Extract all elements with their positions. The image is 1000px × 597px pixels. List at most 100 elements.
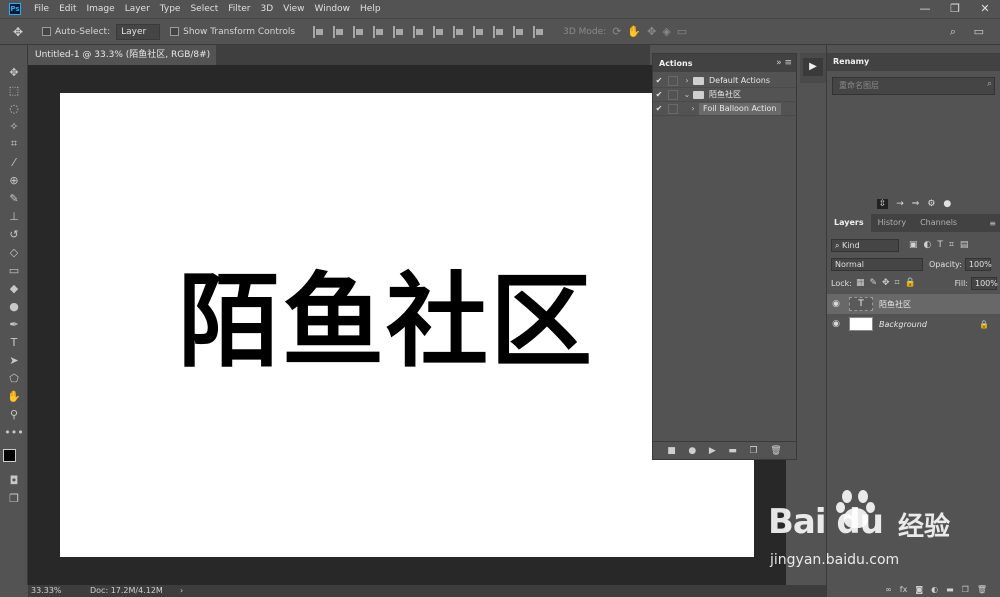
settings-gear-icon[interactable]: ⚙: [927, 199, 935, 209]
actions-play-icon[interactable]: ▶: [803, 58, 823, 76]
toggle-check-icon[interactable]: ✔: [653, 104, 665, 113]
distribute-bottom-icon[interactable]: [473, 25, 485, 38]
trash-icon[interactable]: 🗑: [977, 585, 987, 594]
foreground-color-swatch[interactable]: [3, 449, 16, 462]
rename-layer-input[interactable]: 重命名图层: [832, 77, 995, 95]
new-layer-icon[interactable]: ❐: [962, 585, 969, 594]
layer-row[interactable]: ◉ Background 🔒: [827, 314, 1000, 334]
align-vcenter-icon[interactable]: [333, 25, 345, 38]
search-icon[interactable]: ⌕: [950, 25, 956, 39]
align-right-icon[interactable]: [413, 25, 425, 38]
minimize-button[interactable]: —: [910, 0, 940, 18]
magic-wand-tool-icon[interactable]: ✧: [0, 117, 28, 135]
dialog-toggle-box[interactable]: [668, 103, 678, 114]
renamy-panel-header[interactable]: Renamy: [827, 53, 1000, 71]
menu-filter[interactable]: Filter: [223, 0, 255, 18]
trash-icon[interactable]: 🗑: [770, 446, 781, 456]
show-transform-checkbox[interactable]: [170, 27, 180, 36]
double-arrow-icon[interactable]: ⇒: [912, 199, 920, 209]
close-button[interactable]: ✕: [970, 0, 1000, 18]
path-selection-tool-icon[interactable]: ➤: [0, 351, 28, 369]
distribute-vcenter-icon[interactable]: [453, 25, 465, 38]
auto-select-dropdown[interactable]: Layer: [116, 23, 161, 40]
properties-icon[interactable]: ⇳: [876, 199, 889, 209]
lasso-tool-icon[interactable]: ◌: [0, 99, 28, 117]
zoom-tool-icon[interactable]: ⚲: [0, 405, 28, 423]
distribute-left-icon[interactable]: [493, 25, 505, 38]
toggle-check-icon[interactable]: ✔: [653, 90, 665, 99]
menu-image[interactable]: Image: [82, 0, 120, 18]
crop-tool-icon[interactable]: ⌗: [0, 135, 28, 153]
document-tab[interactable]: Untitled-1 @ 33.3% (陌鱼社区, RGB/8#) * ×: [28, 45, 216, 80]
fill-input[interactable]: 100%: [971, 276, 998, 290]
tab-channels[interactable]: Channels: [913, 214, 964, 232]
visibility-eye-icon[interactable]: ◉: [827, 299, 845, 309]
shape-tool-icon[interactable]: ⬠: [0, 369, 28, 387]
filter-type-icons[interactable]: ▣◐T⌗▤: [909, 240, 974, 250]
new-action-icon[interactable]: ❐: [750, 446, 758, 456]
menu-edit[interactable]: Edit: [54, 0, 81, 18]
record-icon[interactable]: ●: [688, 446, 696, 456]
layer-row[interactable]: ◉ T 陌鱼社区: [827, 294, 1000, 314]
history-brush-tool-icon[interactable]: ↺: [0, 225, 28, 243]
move-tool-icon[interactable]: ✥: [0, 25, 36, 39]
action-set-row[interactable]: ✔ ⌄ 陌鱼社区: [653, 88, 796, 102]
align-left-icon[interactable]: [373, 25, 385, 38]
action-set-row[interactable]: ✔ › Default Actions: [653, 74, 796, 88]
panel-menu-icon[interactable]: ≡: [989, 219, 1000, 228]
document-canvas[interactable]: 陌鱼社区: [60, 93, 754, 557]
brush-tool-icon[interactable]: ✎: [0, 189, 28, 207]
layer-name[interactable]: 陌鱼社区: [879, 299, 911, 310]
restore-button[interactable]: ❐: [940, 0, 970, 18]
menu-type[interactable]: Type: [155, 0, 186, 18]
status-arrow-icon[interactable]: ›: [180, 585, 183, 597]
toggle-check-icon[interactable]: ✔: [653, 76, 665, 85]
gradient-tool-icon[interactable]: ▭: [0, 261, 28, 279]
fx-icon[interactable]: fx: [900, 585, 908, 594]
type-tool-icon[interactable]: T: [0, 333, 28, 351]
distribute-hcenter-icon[interactable]: [513, 25, 525, 38]
tab-layers[interactable]: Layers: [827, 214, 871, 232]
arrow-right-icon[interactable]: →: [896, 199, 904, 209]
action-row-selected[interactable]: ✔ › Foil Balloon Action: [653, 102, 796, 116]
menu-layer[interactable]: Layer: [120, 0, 155, 18]
zoom-level[interactable]: 33.33%: [31, 585, 62, 597]
menu-help[interactable]: Help: [355, 0, 386, 18]
eraser-tool-icon[interactable]: ◇: [0, 243, 28, 261]
eyedropper-tool-icon[interactable]: ⁄: [0, 153, 28, 171]
actions-tab[interactable]: Actions: [659, 59, 692, 68]
layer-name[interactable]: Background: [879, 320, 927, 329]
healing-tool-icon[interactable]: ⊕: [0, 171, 28, 189]
more-tools-icon[interactable]: •••: [0, 423, 28, 441]
stamp-tool-icon[interactable]: ⊥: [0, 207, 28, 225]
align-bottom-icon[interactable]: [353, 25, 365, 38]
search-icon[interactable]: ⌕: [987, 79, 992, 89]
menu-window[interactable]: Window: [310, 0, 356, 18]
blend-mode-dropdown[interactable]: Normal: [831, 257, 923, 271]
menu-view[interactable]: View: [278, 0, 309, 18]
expand-chevron-icon[interactable]: ⌄: [681, 90, 693, 99]
blur-tool-icon[interactable]: ◆: [0, 279, 28, 297]
menu-select[interactable]: Select: [185, 0, 223, 18]
quick-mask-icon[interactable]: ◘: [0, 471, 28, 489]
align-hcenter-icon[interactable]: [393, 25, 405, 38]
auto-select-checkbox[interactable]: [42, 27, 51, 36]
play-icon[interactable]: ▶: [709, 446, 716, 456]
tab-history[interactable]: History: [871, 214, 913, 232]
dialog-toggle-box[interactable]: [668, 89, 678, 100]
expand-chevron-icon[interactable]: ›: [681, 76, 693, 85]
pen-tool-icon[interactable]: ✒: [0, 315, 28, 333]
distribute-right-icon[interactable]: [533, 25, 545, 38]
new-set-icon[interactable]: ▬: [728, 446, 737, 456]
canvas-text-layer[interactable]: 陌鱼社区: [178, 268, 594, 378]
add-mask-icon[interactable]: ◙: [915, 585, 923, 594]
new-group-icon[interactable]: ▬: [946, 585, 954, 594]
hand-tool-icon[interactable]: ✋: [0, 387, 28, 405]
opacity-input[interactable]: 100%: [964, 257, 992, 271]
distribute-top-icon[interactable]: [433, 25, 445, 38]
expand-chevron-icon[interactable]: ›: [687, 104, 699, 113]
kind-filter-dropdown[interactable]: ⌕ Kind: [831, 238, 899, 252]
menu-file[interactable]: File: [29, 0, 54, 18]
move-tool-icon[interactable]: ✥: [0, 63, 28, 81]
link-layers-icon[interactable]: ∞: [885, 585, 892, 594]
